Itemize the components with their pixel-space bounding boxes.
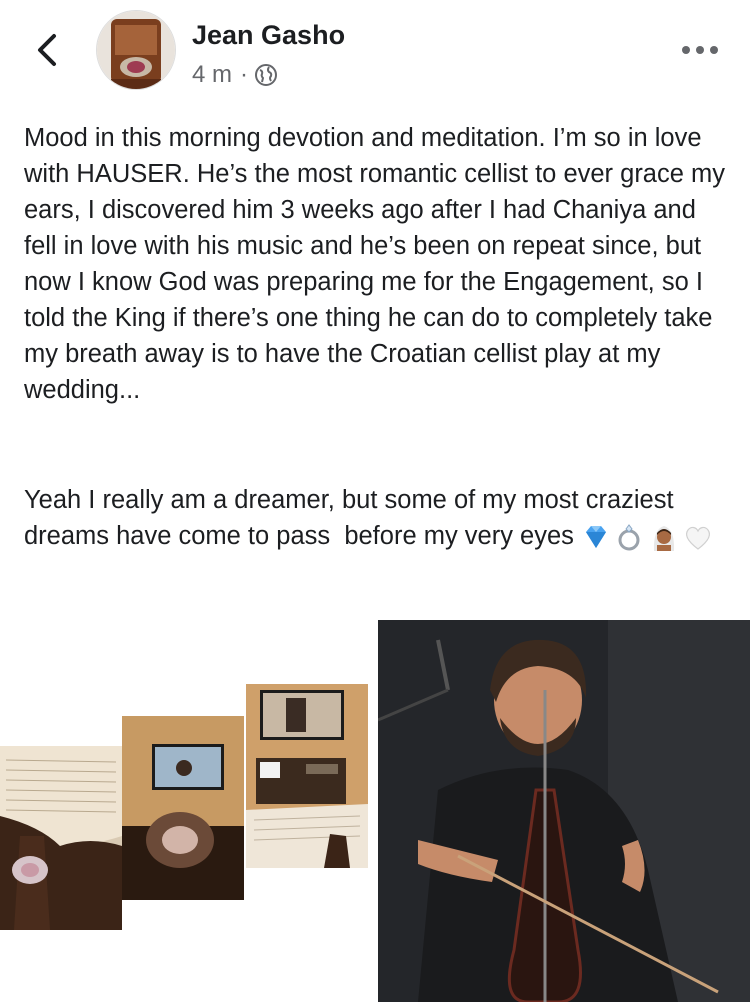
bride-with-veil-icon [653,526,674,552]
ring-icon [618,524,640,551]
post-paragraph-1: Mood in this morning devotion and medita… [24,124,733,404]
post-timestamp[interactable]: 4 m [192,61,232,89]
emoji-row [580,521,714,553]
back-button[interactable] [30,30,64,70]
collage-image-bible-ring [0,746,122,930]
photo-collage[interactable] [0,620,374,1002]
author-name[interactable]: Jean Gasho [192,20,345,51]
avatar-image [97,11,175,89]
cellist-photo [378,620,750,1002]
post-photos [0,620,750,1002]
globe-icon[interactable] [254,63,278,87]
meta-separator: · [240,61,249,88]
more-horizontal-icon [682,46,718,54]
author-avatar[interactable] [96,10,176,90]
more-options-button[interactable] [680,40,720,60]
white-heart-icon [685,527,710,551]
photo-cellist[interactable] [378,620,750,1002]
post-paragraph-2-container: Yeah I really am a dreamer, but some of … [24,482,734,554]
collage-image-room [246,684,368,868]
post-meta: 4 m · [192,60,278,90]
gem-icon [585,526,606,549]
collage-image-tv-ring [122,716,244,900]
chevron-left-icon [38,34,56,66]
post-header: Jean Gasho 4 m · [0,0,750,100]
